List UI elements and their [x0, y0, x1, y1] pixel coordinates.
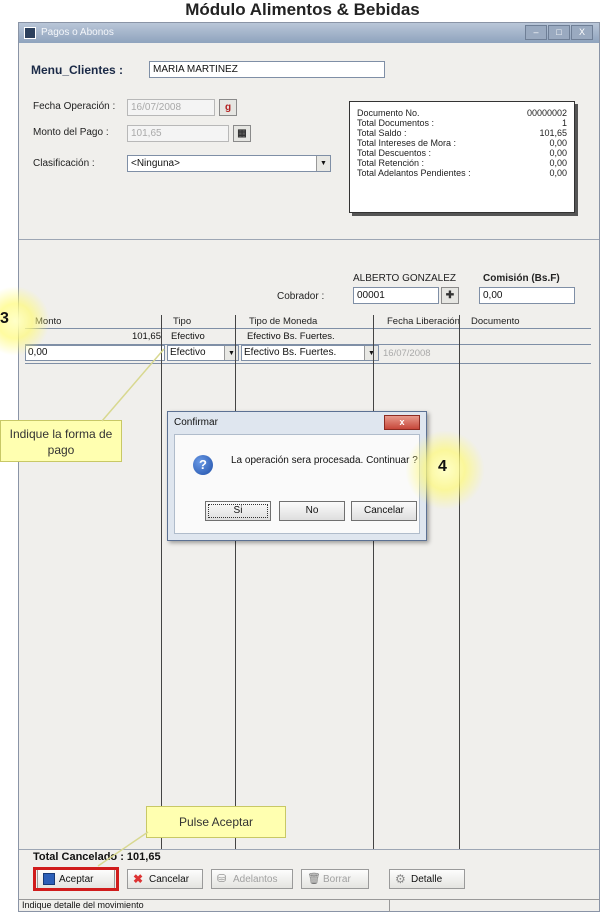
- cancel-x-icon: ✖: [133, 872, 144, 886]
- summary-row: Documento No. 00000002: [357, 108, 567, 118]
- monto-field[interactable]: 101,65: [127, 125, 229, 142]
- cobrador-label: Cobrador :: [277, 291, 325, 302]
- adelantos-button[interactable]: ⛁ Adelantos: [211, 869, 293, 889]
- gear-icon: ⚙: [395, 872, 406, 886]
- col-fecha-liberacion: Fecha Liberación: [387, 316, 460, 327]
- summary-row: Total Adelantos Pendientes :0,00: [357, 168, 567, 178]
- dialog-close-button[interactable]: x: [384, 415, 420, 430]
- no-button[interactable]: No: [279, 501, 345, 521]
- cobrador-name: ALBERTO GONZALEZ: [353, 273, 456, 284]
- app-icon: [24, 27, 36, 39]
- status-text: Indique detalle del movimiento: [22, 900, 144, 910]
- col-tipo-moneda: Tipo de Moneda: [249, 316, 318, 327]
- window-title: Pagos o Abonos: [41, 27, 114, 38]
- clasificacion-value: <Ninguna>: [131, 158, 180, 169]
- cancelar-dialog-button[interactable]: Cancelar: [351, 501, 417, 521]
- aceptar-highlight: [33, 867, 119, 891]
- col-documento: Documento: [471, 316, 520, 327]
- summary-row: Total Descuentos :0,00: [357, 148, 567, 158]
- summary-row: Total Retención :0,00: [357, 158, 567, 168]
- column-divider: [373, 315, 374, 849]
- column-divider: [235, 315, 236, 849]
- tipo-select[interactable]: Efectivo ▼: [167, 345, 239, 361]
- payment-grid-header: Monto Tipo Tipo de Moneda Fecha Liberaci…: [25, 315, 591, 329]
- question-icon: ?: [193, 455, 213, 475]
- cobrador-code-field[interactable]: 00001: [353, 287, 439, 304]
- confirm-dialog: Confirmar x ? La operación sera procesad…: [167, 411, 427, 541]
- borrar-button[interactable]: 🗑 Borrar: [301, 869, 369, 889]
- clasificacion-label: Clasificación :: [33, 158, 95, 169]
- fecha-label: Fecha Operación :: [33, 101, 116, 112]
- close-button[interactable]: X: [571, 25, 593, 40]
- comision-label: Comisión (Bs.F): [483, 273, 560, 284]
- trash-icon: 🗑: [307, 873, 321, 885]
- fecha-cell: 16/07/2008: [383, 348, 431, 359]
- window-controls: – □ X: [525, 25, 593, 40]
- detalle-button[interactable]: ⚙ Detalle: [389, 869, 465, 889]
- menu-clientes-label: Menu_Clientes :: [31, 63, 124, 77]
- monto-label: Monto del Pago :: [33, 127, 109, 138]
- calendar-icon[interactable]: g: [219, 99, 237, 116]
- summary-row: Total Documentos :1: [357, 118, 567, 128]
- section-divider: [19, 239, 599, 240]
- col-tipo: Tipo: [173, 316, 192, 327]
- document-summary: Documento No. 00000002 Total Documentos :…: [349, 101, 575, 213]
- page-title: Módulo Alimentos & Bebidas: [185, 0, 420, 19]
- clasificacion-select[interactable]: <Ninguna> ▼: [127, 155, 331, 172]
- si-button[interactable]: Si: [205, 501, 271, 521]
- moneda-select[interactable]: Efectivo Bs. Fuertes. ▼: [241, 345, 379, 361]
- maximize-button[interactable]: □: [548, 25, 570, 40]
- summary-row: Total Intereses de Mora :0,00: [357, 138, 567, 148]
- minimize-button[interactable]: –: [525, 25, 547, 40]
- fecha-field[interactable]: 16/07/2008: [127, 99, 215, 116]
- dialog-message: La operación sera procesada. Continuar ?: [231, 455, 418, 466]
- status-separator: [389, 900, 390, 912]
- calculator-icon[interactable]: ▦: [233, 125, 251, 142]
- step4-number: 4: [438, 458, 447, 475]
- summary-row: Total Saldo :101,65: [357, 128, 567, 138]
- money-icon: ⛁: [217, 873, 227, 885]
- client-name-field[interactable]: MARIA MARTINEZ: [149, 61, 385, 78]
- pulse-pointer: [97, 831, 149, 867]
- cancelar-button[interactable]: ✖ Cancelar: [127, 869, 203, 889]
- chevron-down-icon: ▼: [364, 346, 378, 360]
- comision-field[interactable]: 0,00: [479, 287, 575, 304]
- column-divider: [459, 315, 460, 849]
- chevron-down-icon: ▼: [316, 156, 330, 171]
- status-bar: Indique detalle del movimiento: [19, 899, 599, 912]
- step3-callout: Indique la forma de pago: [0, 420, 122, 462]
- step3-number: 3: [0, 310, 9, 327]
- window-titlebar: Pagos o Abonos – □ X: [19, 23, 599, 43]
- pulse-aceptar-callout: Pulse Aceptar: [146, 806, 286, 838]
- dialog-title: Confirmar: [174, 417, 218, 428]
- step3-pointer: [101, 348, 165, 422]
- dialog-body: ? La operación sera procesada. Continuar…: [174, 434, 420, 534]
- payment-window: Pagos o Abonos – □ X Menu_Clientes : MAR…: [18, 22, 600, 912]
- table-row[interactable]: 101,65 Efectivo Efectivo Bs. Fuertes.: [25, 330, 591, 344]
- lookup-icon[interactable]: ✚: [441, 287, 459, 304]
